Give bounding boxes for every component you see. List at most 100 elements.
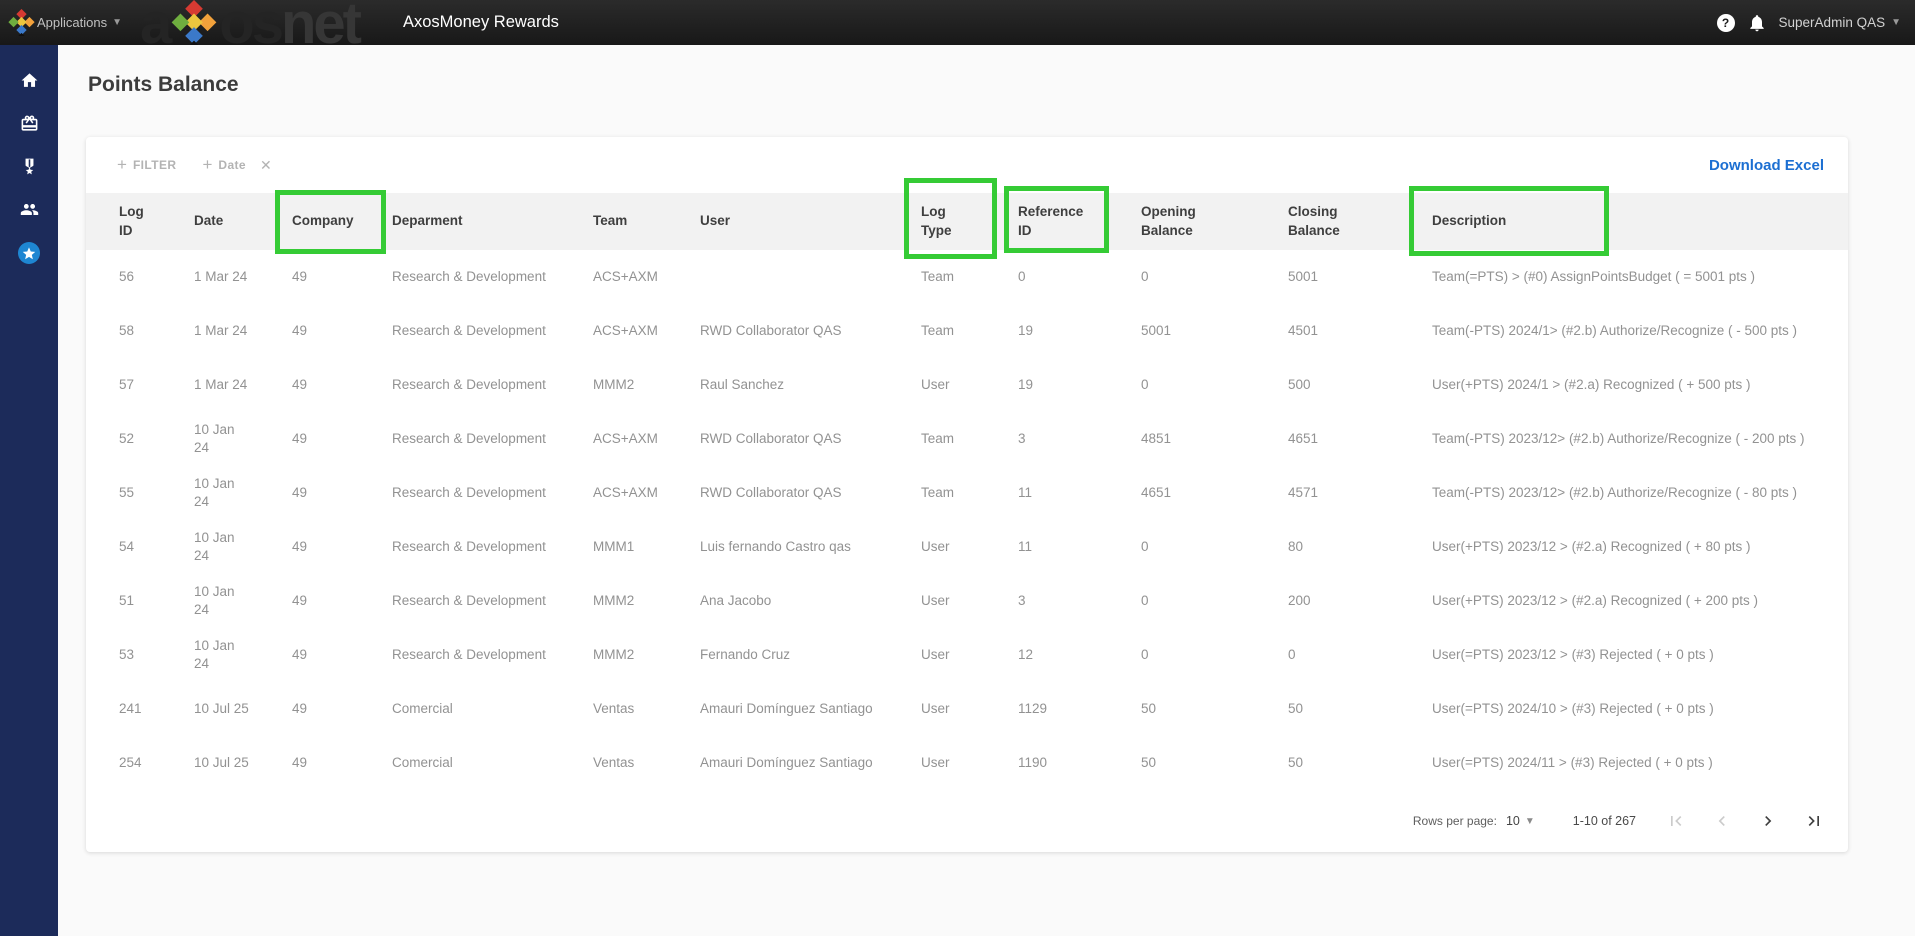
cell-company: 49 [292,574,392,628]
cell-description: Team(-PTS) 2023/12> (#2.b) Authorize/Rec… [1432,466,1848,520]
cell-log_id: 254 [86,736,194,790]
cell-log_type: User [921,520,1018,574]
cell-deparment: Comercial [392,736,593,790]
cell-reference_id: 0 [1018,250,1141,304]
cell-reference_id: 1190 [1018,736,1141,790]
applications-label: Applications [37,15,107,30]
cell-company: 49 [292,412,392,466]
applications-menu[interactable]: Applications ▼ [37,0,122,45]
column-header-closing_balance: Closing Balance [1288,193,1432,250]
cell-log_type: Team [921,250,1018,304]
rows-per-page-select[interactable]: 10 ▼ [1506,814,1535,828]
page-title: Points Balance [88,73,239,97]
cell-date: 10 Jan 24 [194,628,292,682]
next-page-button[interactable] [1756,809,1780,833]
cell-log_id: 54 [86,520,194,574]
user-menu[interactable]: SuperAdmin QAS ▼ [1779,15,1901,30]
help-icon[interactable]: ? [1717,14,1735,32]
cell-team: ACS+AXM [593,412,700,466]
last-page-button[interactable] [1802,809,1826,833]
cell-log_id: 51 [86,574,194,628]
cell-company: 49 [292,520,392,574]
previous-page-button[interactable] [1710,809,1734,833]
sidebar-item-medal[interactable] [0,145,58,188]
table-row: 5110 Jan 2449Research & DevelopmentMMM2A… [86,574,1848,628]
cell-log_type: Team [921,412,1018,466]
cell-closing_balance: 200 [1288,574,1432,628]
cell-log_type: User [921,682,1018,736]
column-header-log_id: Log ID [86,193,194,250]
column-header-user: User [700,193,921,250]
cell-closing_balance: 4571 [1288,466,1432,520]
cell-deparment: Research & Development [392,628,593,682]
table-row: 571 Mar 2449Research & DevelopmentMMM2Ra… [86,358,1848,412]
cell-user: RWD Collaborator QAS [700,304,921,358]
sidebar-item-points[interactable] [0,231,58,274]
cell-log_id: 56 [86,250,194,304]
cell-deparment: Research & Development [392,358,593,412]
pagination-range: 1-10 of 267 [1573,814,1636,828]
cell-team: ACS+AXM [593,466,700,520]
column-header-description: Description [1432,193,1848,250]
cell-opening_balance: 50 [1141,682,1288,736]
table-row: 25410 Jul 2549ComercialVentasAmauri Domí… [86,736,1848,790]
cell-description: User(=PTS) 2024/10 > (#3) Rejected ( + 0… [1432,682,1848,736]
cell-log_id: 241 [86,682,194,736]
cell-description: Team(=PTS) > (#0) AssignPointsBudget ( =… [1432,250,1848,304]
cell-description: User(=PTS) 2024/11 > (#3) Rejected ( + 0… [1432,736,1848,790]
sidebar-item-people[interactable] [0,188,58,231]
cell-closing_balance: 50 [1288,682,1432,736]
date-filter-chip[interactable]: + Date [202,155,246,175]
chevron-down-icon: ▼ [1891,17,1901,28]
cell-reference_id: 3 [1018,412,1141,466]
cell-reference_id: 11 [1018,466,1141,520]
column-header-date: Date [194,193,292,250]
cell-date: 1 Mar 24 [194,250,292,304]
cell-deparment: Research & Development [392,466,593,520]
cell-team: ACS+AXM [593,250,700,304]
brand-part-os: os [219,0,281,45]
cell-log_id: 55 [86,466,194,520]
sidebar-item-gift[interactable] [0,102,58,145]
cell-reference_id: 12 [1018,628,1141,682]
cell-reference_id: 19 [1018,358,1141,412]
cell-opening_balance: 0 [1141,628,1288,682]
table-row: 5410 Jan 2449Research & DevelopmentMMM1L… [86,520,1848,574]
filter-label: FILTER [133,158,177,172]
cell-deparment: Research & Development [392,250,593,304]
table-row: 5310 Jan 2449Research & DevelopmentMMM2F… [86,628,1848,682]
chevron-down-icon: ▼ [1525,816,1535,827]
cell-closing_balance: 4501 [1288,304,1432,358]
rows-per-page-label: Rows per page: [1413,814,1497,828]
table-row: 581 Mar 2449Research & DevelopmentACS+AX… [86,304,1848,358]
notifications-bell-icon[interactable] [1747,13,1767,33]
user-menu-label: SuperAdmin QAS [1779,15,1886,30]
sidebar-item-home[interactable] [0,59,58,102]
cell-user: Raul Sanchez [700,358,921,412]
cell-reference_id: 19 [1018,304,1141,358]
column-header-log_type: Log Type [921,193,1018,250]
cell-closing_balance: 80 [1288,520,1432,574]
cell-description: User(=PTS) 2023/12 > (#3) Rejected ( + 0… [1432,628,1848,682]
cell-opening_balance: 0 [1141,358,1288,412]
cell-team: MMM1 [593,520,700,574]
cell-team: MMM2 [593,574,700,628]
cell-user [700,250,921,304]
cell-date: 10 Jul 25 [194,682,292,736]
cell-company: 49 [292,736,392,790]
points-balance-card: + FILTER + Date ✕ Download Excel Log IDD… [86,137,1848,852]
add-filter-button[interactable]: + FILTER [117,155,176,175]
column-header-opening_balance: Opening Balance [1141,193,1288,250]
cell-log_type: User [921,628,1018,682]
table-toolbar: + FILTER + Date ✕ Download Excel [86,137,1848,193]
cell-company: 49 [292,628,392,682]
cell-user: Fernando Cruz [700,628,921,682]
cell-date: 10 Jan 24 [194,574,292,628]
people-icon [20,200,39,219]
column-header-company: Company [292,193,392,250]
download-excel-link[interactable]: Download Excel [1709,157,1824,174]
cell-deparment: Research & Development [392,412,593,466]
table-header-row: Log IDDateCompanyDeparmentTeamUserLog Ty… [86,193,1848,250]
clear-filter-icon[interactable]: ✕ [260,157,272,174]
first-page-button[interactable] [1664,809,1688,833]
